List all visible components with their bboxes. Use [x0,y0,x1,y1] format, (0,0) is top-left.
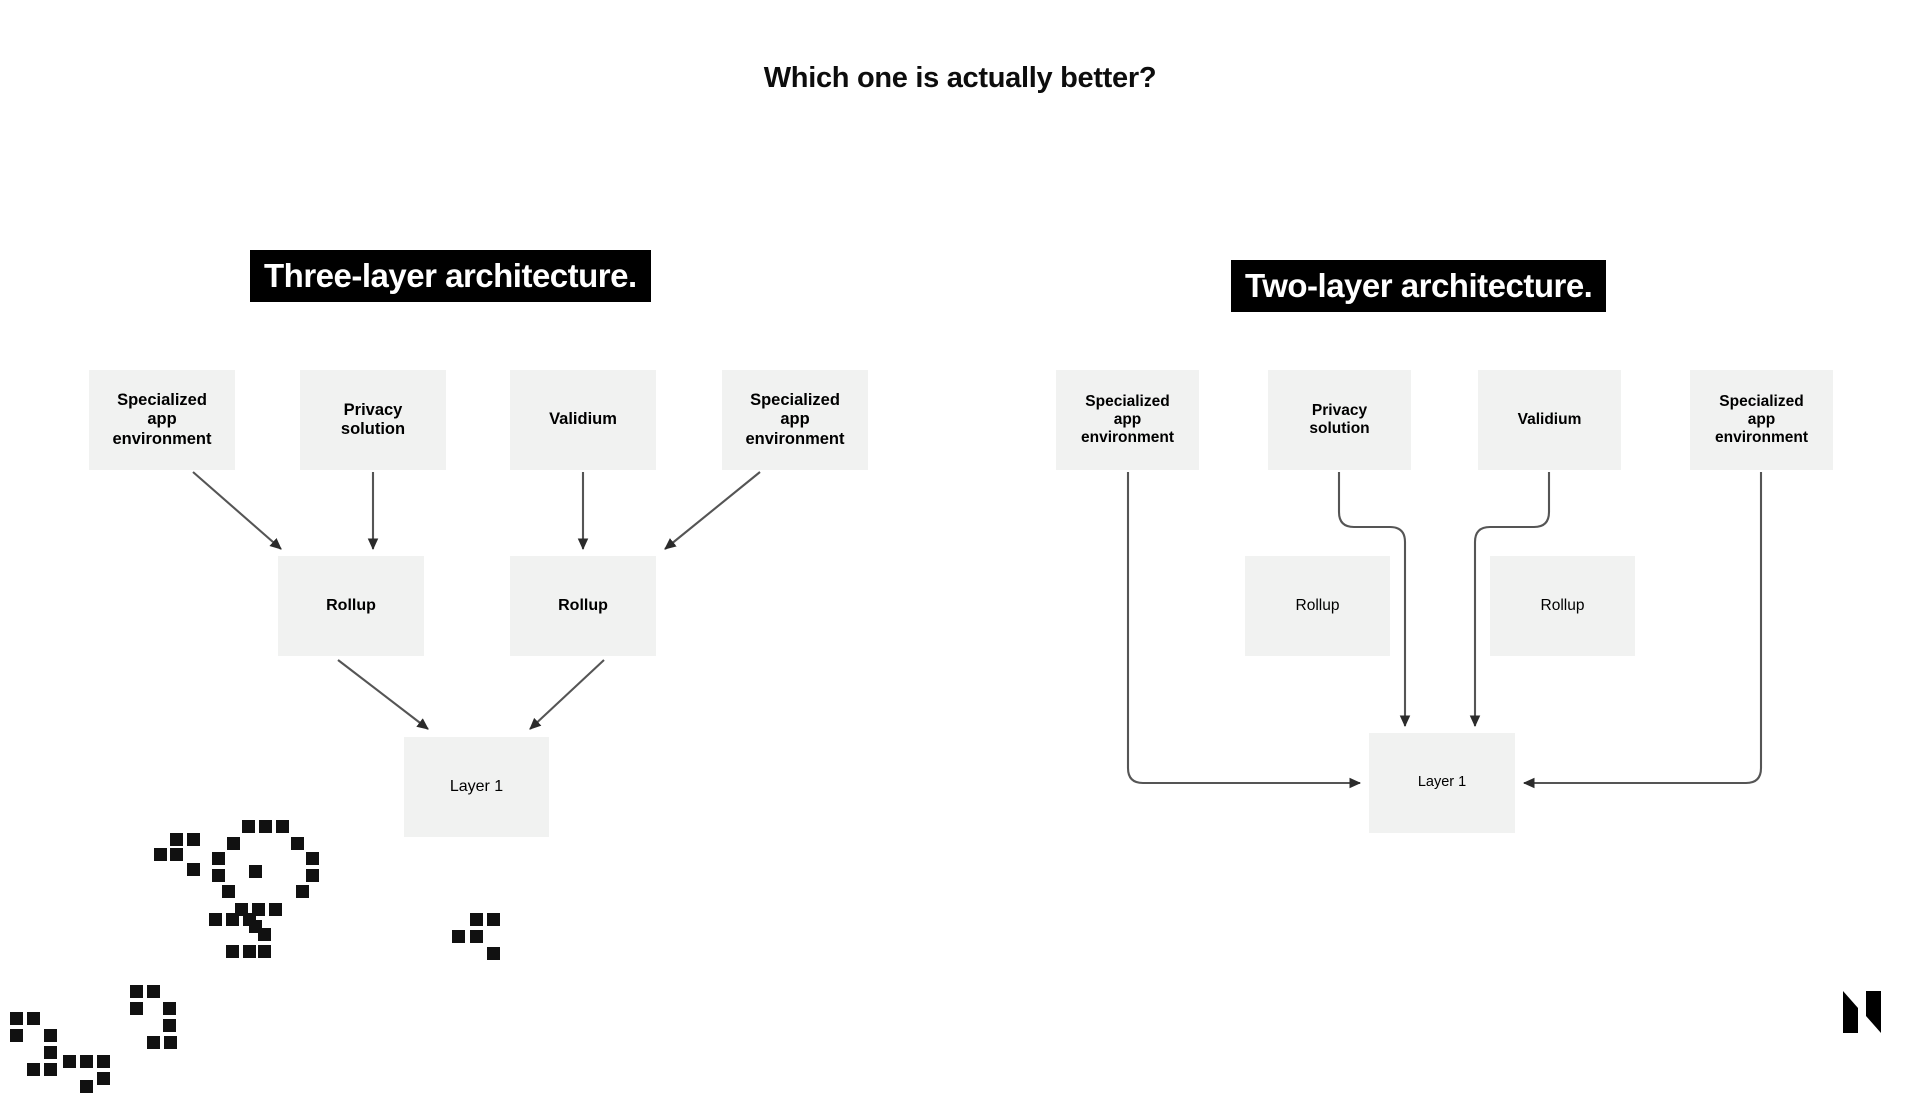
pixel-art-decoration [0,0,1920,1093]
decorative-pixel [487,947,500,960]
decorative-pixel [227,837,240,850]
decorative-pixel [164,1036,177,1049]
decorative-pixel [249,865,262,878]
decorative-pixel [44,1063,57,1076]
stylized-n-logo [1843,991,1881,1033]
decorative-pixel [97,1055,110,1068]
decorative-pixel [306,869,319,882]
decorative-pixel [163,1002,176,1015]
decorative-pixel [10,1012,23,1025]
decorative-pixel [147,1036,160,1049]
decorative-pixel [27,1012,40,1025]
decorative-pixel [44,1029,57,1042]
decorative-pixel [130,1002,143,1015]
decorative-pixel [10,1029,23,1042]
decorative-pixel [154,848,167,861]
decorative-pixel [130,985,143,998]
decorative-pixel [170,848,183,861]
decorative-pixel [44,1046,57,1059]
decorative-pixel [306,852,319,865]
decorative-pixel [243,913,256,926]
decorative-pixel [296,885,309,898]
decorative-pixel [187,863,200,876]
decorative-pixel [226,945,239,958]
decorative-pixel [80,1080,93,1093]
decorative-pixel [163,1019,176,1032]
decorative-pixel [170,833,183,846]
decorative-pixel [470,913,483,926]
decorative-pixel [97,1072,110,1085]
decorative-pixel [259,820,272,833]
decorative-pixel [222,885,235,898]
decorative-pixel [452,930,465,943]
decorative-pixel [27,1063,40,1076]
decorative-pixel [147,985,160,998]
decorative-pixel [258,945,271,958]
decorative-pixel [470,930,483,943]
decorative-pixel [212,869,225,882]
decorative-pixel [226,913,239,926]
decorative-pixel [258,928,271,941]
decorative-pixel [187,833,200,846]
decorative-pixel [487,913,500,926]
decorative-pixel [80,1055,93,1068]
decorative-pixel [291,837,304,850]
slide-root: Which one is actually better? Three-laye… [0,0,1920,1093]
decorative-pixel [276,820,289,833]
decorative-pixel [243,945,256,958]
decorative-pixel [242,820,255,833]
decorative-pixel [269,903,282,916]
decorative-pixel [212,852,225,865]
decorative-pixel [209,913,222,926]
decorative-pixel [63,1055,76,1068]
